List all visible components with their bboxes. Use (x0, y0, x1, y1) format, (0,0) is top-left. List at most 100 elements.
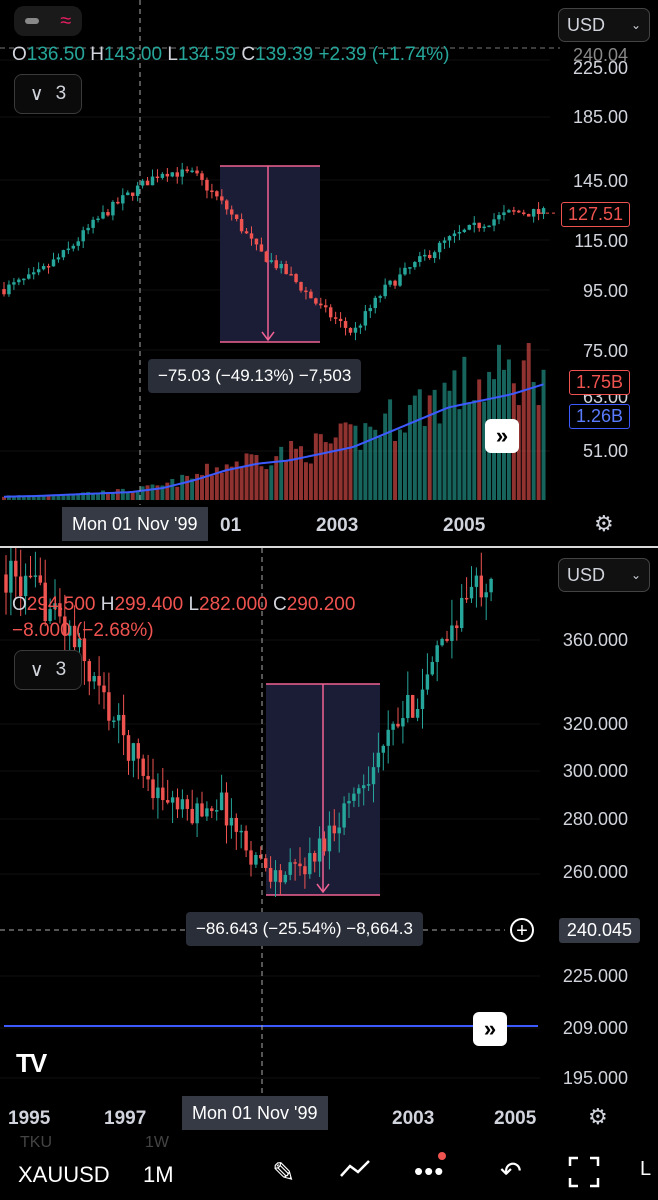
candle-body (353, 327, 358, 333)
price-tick: 95.00 (582, 281, 628, 301)
candle-body (430, 661, 435, 675)
candle-body (36, 269, 41, 273)
volume-bar (229, 466, 234, 500)
candle-body (507, 210, 511, 213)
settings-gear-icon[interactable]: ⚙ (594, 511, 614, 537)
candle-body (219, 792, 224, 811)
candle-body (86, 227, 90, 231)
volume-bar (457, 409, 462, 500)
chart-panel-top[interactable]: ≈ O136.50 H143.00 L134.59 C139.39 +2.39 … (0, 0, 658, 543)
add-alert-plus-icon[interactable]: + (510, 918, 534, 942)
candle-body (273, 870, 278, 882)
volume-bar (209, 475, 214, 500)
candle-body (269, 260, 274, 262)
candle-body (214, 810, 219, 812)
price-tick: 360.000 (562, 630, 628, 650)
candle-body (464, 597, 469, 600)
candle-body (376, 752, 381, 768)
candle-body (371, 767, 376, 785)
candle-body (4, 574, 8, 593)
volume-bar (422, 426, 427, 500)
candle-body (512, 210, 516, 212)
candle-body (366, 784, 371, 786)
candle-body (51, 259, 56, 267)
settings-gear-icon[interactable]: ⚙ (588, 1104, 608, 1130)
candle-body (358, 325, 363, 328)
candle-body (27, 274, 31, 279)
ohlc-change: −8.000 (−2.68%) (12, 620, 154, 641)
candle-body (185, 169, 189, 172)
symbol-button[interactable]: XAUUSD (18, 1162, 110, 1188)
volume-bar (150, 484, 155, 500)
candle-body (410, 694, 415, 718)
candle-body (121, 195, 125, 204)
edge-glyph: L (640, 1158, 652, 1180)
fullscreen-icon[interactable] (568, 1156, 600, 1188)
volume-bar (516, 405, 521, 500)
price-tick: 195.000 (562, 1068, 628, 1088)
more-options-icon[interactable]: ••• (414, 1156, 444, 1187)
candle-body (156, 787, 160, 799)
currency-select[interactable]: USD ⌄ (558, 558, 650, 592)
volume-bar (417, 389, 422, 500)
candle-body (299, 282, 303, 291)
volume-bar (155, 485, 160, 500)
candle-body (106, 212, 110, 216)
candlestick-chart-top[interactable] (0, 0, 658, 543)
undo-icon[interactable]: ↶ (500, 1156, 522, 1187)
candle-body (343, 321, 348, 328)
candle-body (363, 311, 368, 326)
candle-body (489, 578, 493, 593)
volume-bar (383, 413, 388, 500)
volume-bar (299, 446, 303, 500)
candle-body (229, 817, 234, 826)
candle-body (403, 267, 407, 275)
candle-body (225, 200, 229, 210)
volume-bar (368, 426, 373, 500)
candle-body (396, 723, 400, 727)
candle-body (357, 788, 361, 794)
candle-body (455, 625, 459, 629)
candle-body (338, 318, 343, 322)
volume-bar (452, 370, 457, 500)
candle-body (309, 291, 313, 299)
currency-select[interactable]: USD ⌄ (558, 8, 650, 42)
indicators-toggle[interactable]: ∨ 3 (14, 74, 82, 114)
indicators-toggle[interactable]: ∨ 3 (14, 650, 82, 690)
candle-body (111, 201, 115, 216)
volume-bar (120, 488, 125, 500)
ghost-interval: 1W (145, 1134, 169, 1151)
candle-body (479, 575, 484, 598)
chevron-down-icon: ⌄ (630, 18, 641, 32)
brush-icon[interactable]: ✎ (272, 1156, 295, 1189)
volume-bar (363, 423, 368, 500)
price-tick: 115.00 (574, 231, 628, 251)
candle-body (452, 233, 457, 237)
bottom-toolbar: TKU 1W XAUUSD 1M ✎ ••• ↶ L (0, 1134, 658, 1200)
volume-bar (437, 423, 442, 500)
candle-body (517, 210, 521, 213)
candle-body (435, 645, 439, 662)
fullscreen-glyph (568, 1156, 600, 1188)
price-tick: 145.00 (572, 171, 628, 191)
candle-body (312, 853, 317, 862)
volume-bar (472, 400, 477, 500)
candle-body (56, 257, 61, 260)
candle-body (155, 176, 160, 179)
chart-panel-bottom[interactable]: O294.500 H299.400 L282.000 C290.200 −8.0… (0, 546, 658, 1136)
candle-body (244, 231, 249, 234)
candle-body (46, 266, 51, 268)
candle-body (31, 272, 36, 275)
scroll-to-latest-button[interactable]: » (485, 419, 519, 453)
candle-body (234, 817, 239, 832)
volume-bar (393, 440, 398, 500)
candle-body (116, 201, 120, 204)
volume-bar (219, 472, 224, 500)
candle-body (210, 808, 214, 811)
interval-button[interactable]: 1M (143, 1162, 174, 1188)
symbol-logo-badge[interactable]: ≈ (14, 6, 82, 36)
drawing-tools-icon[interactable] (338, 1158, 372, 1180)
candle-body (474, 575, 479, 587)
scroll-to-latest-button[interactable]: » (473, 1012, 507, 1046)
candle-body (224, 792, 229, 826)
